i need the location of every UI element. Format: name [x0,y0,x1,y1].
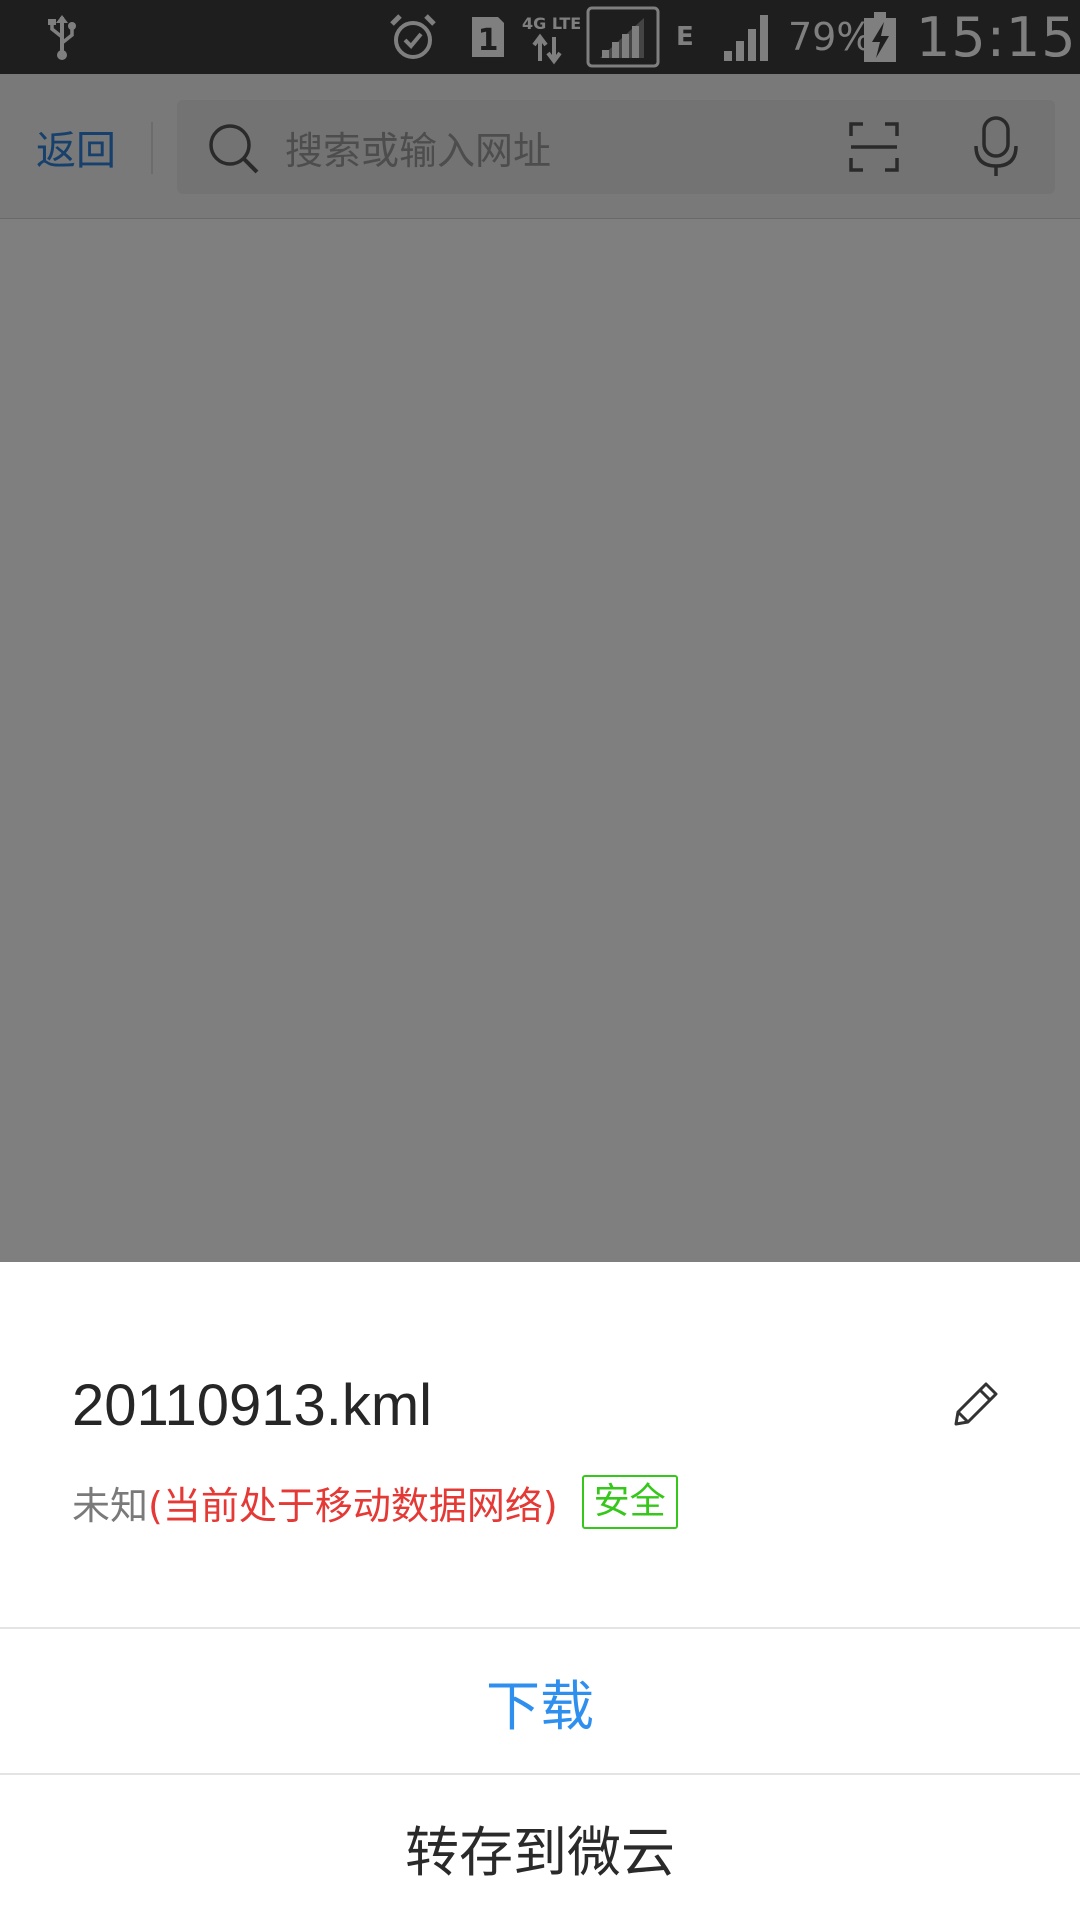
download-button[interactable]: 下载 [0,1629,1080,1773]
download-sheet: 20110913.kml 未知 (当前处于移动数据网络) 安全 下载 转存到微云 [0,1262,1080,1920]
edit-icon[interactable] [950,1380,1000,1434]
file-name: 20110913.kml [72,1373,433,1438]
network-notice: (当前处于移动数据网络) [148,1483,558,1528]
save-to-weiyun-button[interactable]: 转存到微云 [0,1775,1080,1920]
file-size-label: 未知 [72,1483,149,1528]
safe-badge: 安全 [581,1475,678,1529]
file-meta-row: 未知 (当前处于移动数据网络) 安全 [72,1472,678,1532]
modal-backdrop[interactable] [0,0,1080,1262]
